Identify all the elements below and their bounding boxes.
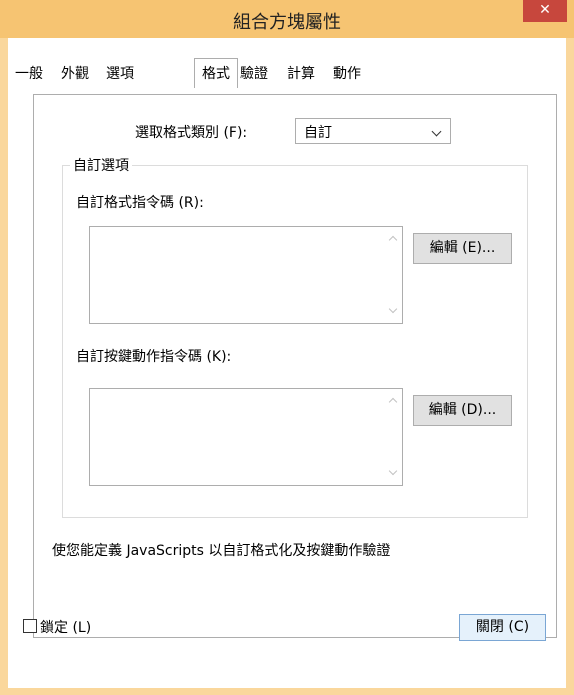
tab-validate[interactable]: 驗證 (240, 63, 268, 83)
format-script-textarea[interactable] (89, 226, 403, 324)
tab-calculate[interactable]: 計算 (287, 63, 315, 83)
keystroke-script-scrollbar[interactable] (385, 389, 402, 485)
keystroke-script-textarea[interactable] (89, 388, 403, 486)
chevron-down-icon (431, 126, 442, 137)
tab-options[interactable]: 選項 (106, 63, 134, 83)
format-category-label: 選取格式類別 (F): (135, 125, 248, 141)
scroll-down-arrow-icon[interactable] (388, 304, 398, 314)
tab-appearance[interactable]: 外觀 (61, 63, 89, 83)
tab-actions[interactable]: 動作 (333, 63, 361, 83)
dialog-window: 組合方塊屬性 ✕ 一般 外觀 選項 格式 驗證 計算 動作 選取格式類別 (F)… (0, 0, 574, 695)
title-bar[interactable]: 組合方塊屬性 ✕ (0, 0, 574, 38)
close-icon: ✕ (539, 2, 551, 18)
tab-format[interactable]: 格式 (194, 58, 238, 88)
dialog-title: 組合方塊屬性 (233, 12, 341, 33)
format-script-scrollbar[interactable] (385, 227, 402, 323)
close-window-button[interactable]: ✕ (523, 0, 567, 22)
lock-checkbox-label[interactable]: 鎖定 (L) (40, 617, 91, 637)
edit-keystroke-script-button[interactable]: 編輯 (D)... (413, 395, 512, 426)
scroll-up-arrow-icon[interactable] (388, 235, 398, 245)
close-dialog-button[interactable]: 關閉 (C) (459, 614, 546, 641)
dialog-client-area: 一般 外觀 選項 格式 驗證 計算 動作 選取格式類別 (F): 自訂 自訂選項… (8, 38, 566, 688)
format-category-select[interactable]: 自訂 (295, 118, 451, 144)
format-description-text: 使您能定義 JavaScripts 以自訂格式化及按鍵動作驗證 (52, 543, 391, 559)
lock-checkbox[interactable] (23, 619, 37, 633)
format-script-label: 自訂格式指令碼 (R): (76, 195, 204, 211)
edit-format-script-button[interactable]: 編輯 (E)... (413, 233, 512, 264)
keystroke-script-label: 自訂按鍵動作指令碼 (K): (76, 349, 232, 365)
tab-general[interactable]: 一般 (15, 63, 43, 83)
scroll-up-arrow-icon[interactable] (388, 397, 398, 407)
custom-options-group-title: 自訂選項 (70, 155, 132, 175)
scroll-down-arrow-icon[interactable] (388, 466, 398, 476)
format-category-value: 自訂 (304, 125, 332, 141)
